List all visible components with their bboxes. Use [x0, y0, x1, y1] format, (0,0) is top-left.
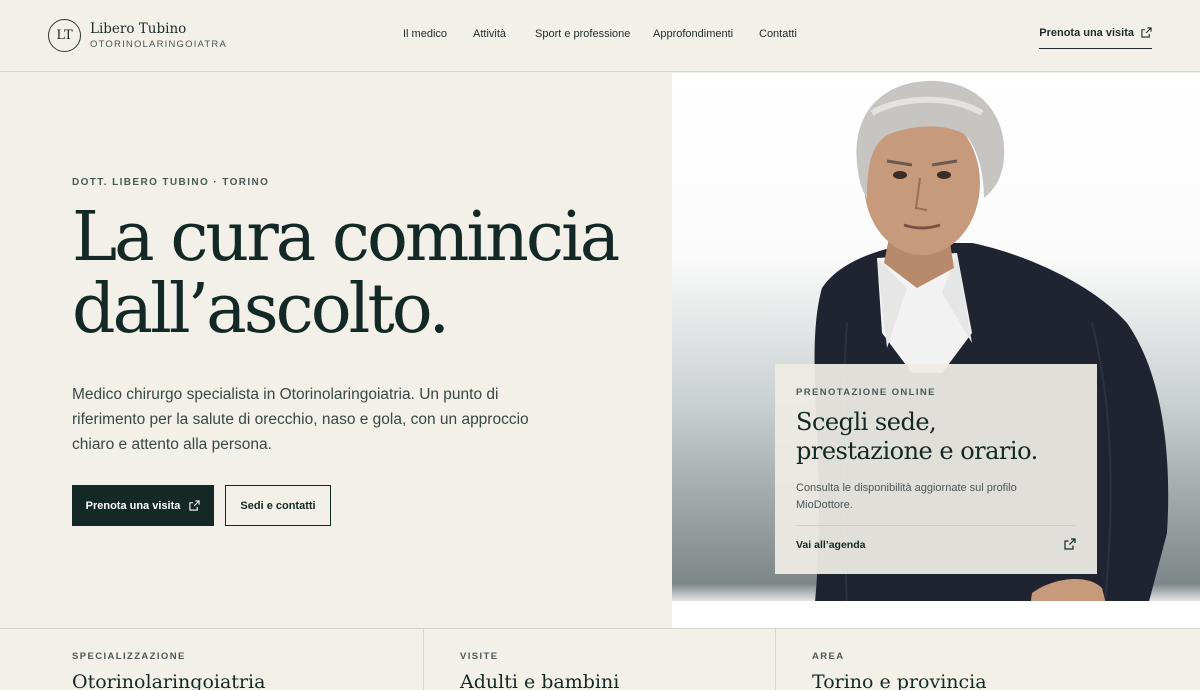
- nav-item-contatti[interactable]: Contatti: [759, 28, 797, 40]
- booking-card-eyebrow: PRENOTAZIONE ONLINE: [796, 387, 936, 398]
- external-link-icon[interactable]: [1064, 538, 1076, 550]
- agenda-link[interactable]: Vai all’agenda: [796, 539, 865, 551]
- hero-title-line-2: dall’ascolto.: [72, 270, 450, 349]
- stat-value: Otorinolaringoiatria: [72, 671, 266, 690]
- locations-contacts-button[interactable]: Sedi e contatti: [225, 485, 331, 526]
- stat-label: SPECIALIZZAZIONE: [72, 651, 186, 662]
- stat-divider: [423, 629, 424, 690]
- hero-lead: Medico chirurgo specialista in Otorinola…: [72, 386, 529, 453]
- header-book-visit-label: Prenota una visita: [1039, 27, 1134, 39]
- stat-value: Adulti e bambini: [460, 671, 620, 690]
- nav-item-il-medico[interactable]: Il medico: [403, 28, 447, 40]
- book-visit-button[interactable]: Prenota una visita: [72, 485, 214, 526]
- stat-value: Torino e provincia: [812, 671, 987, 690]
- external-link-icon: [189, 500, 201, 511]
- nav-item-approfondimenti[interactable]: Approfondimenti: [653, 28, 733, 40]
- nav-item-attivita[interactable]: Attività: [473, 28, 506, 40]
- main-nav: Il medico Attività Sport e professione A…: [0, 28, 1200, 44]
- stat-label: VISITE: [460, 651, 499, 662]
- header-book-visit-link[interactable]: Prenota una visita: [1039, 27, 1152, 49]
- stat-divider: [775, 629, 776, 690]
- book-visit-button-label: Prenota una visita: [85, 499, 181, 512]
- booking-card-title-line-1: Scegli sede,: [796, 408, 937, 436]
- highlights-strip: SPECIALIZZAZIONE Otorinolaringoiatria VI…: [0, 628, 1200, 690]
- booking-card-text: Consulta le disponibilità aggiornate sul…: [796, 482, 1017, 511]
- photo-bottom-band: [672, 601, 1200, 628]
- booking-card: PRENOTAZIONE ONLINE Scegli sede, prestaz…: [775, 364, 1097, 574]
- booking-card-divider: [796, 525, 1076, 526]
- booking-card-title: Scegli sede, prestazione e orario.: [796, 408, 1086, 466]
- booking-card-title-line-2: prestazione e orario.: [796, 437, 1038, 465]
- site-header: LT Libero Tubino OTORINOLARINGOIATRA Il …: [0, 0, 1200, 72]
- stat-label: AREA: [812, 651, 845, 662]
- hero-title: La cura comincia dall’ascolto.: [72, 202, 662, 346]
- nav-item-sport-professione[interactable]: Sport e professione: [535, 28, 630, 40]
- hero-eyebrow: DOTT. LIBERO TUBINO · TORINO: [72, 177, 270, 188]
- hero-title-line-1: La cura comincia: [72, 198, 620, 277]
- external-link-icon: [1141, 27, 1152, 38]
